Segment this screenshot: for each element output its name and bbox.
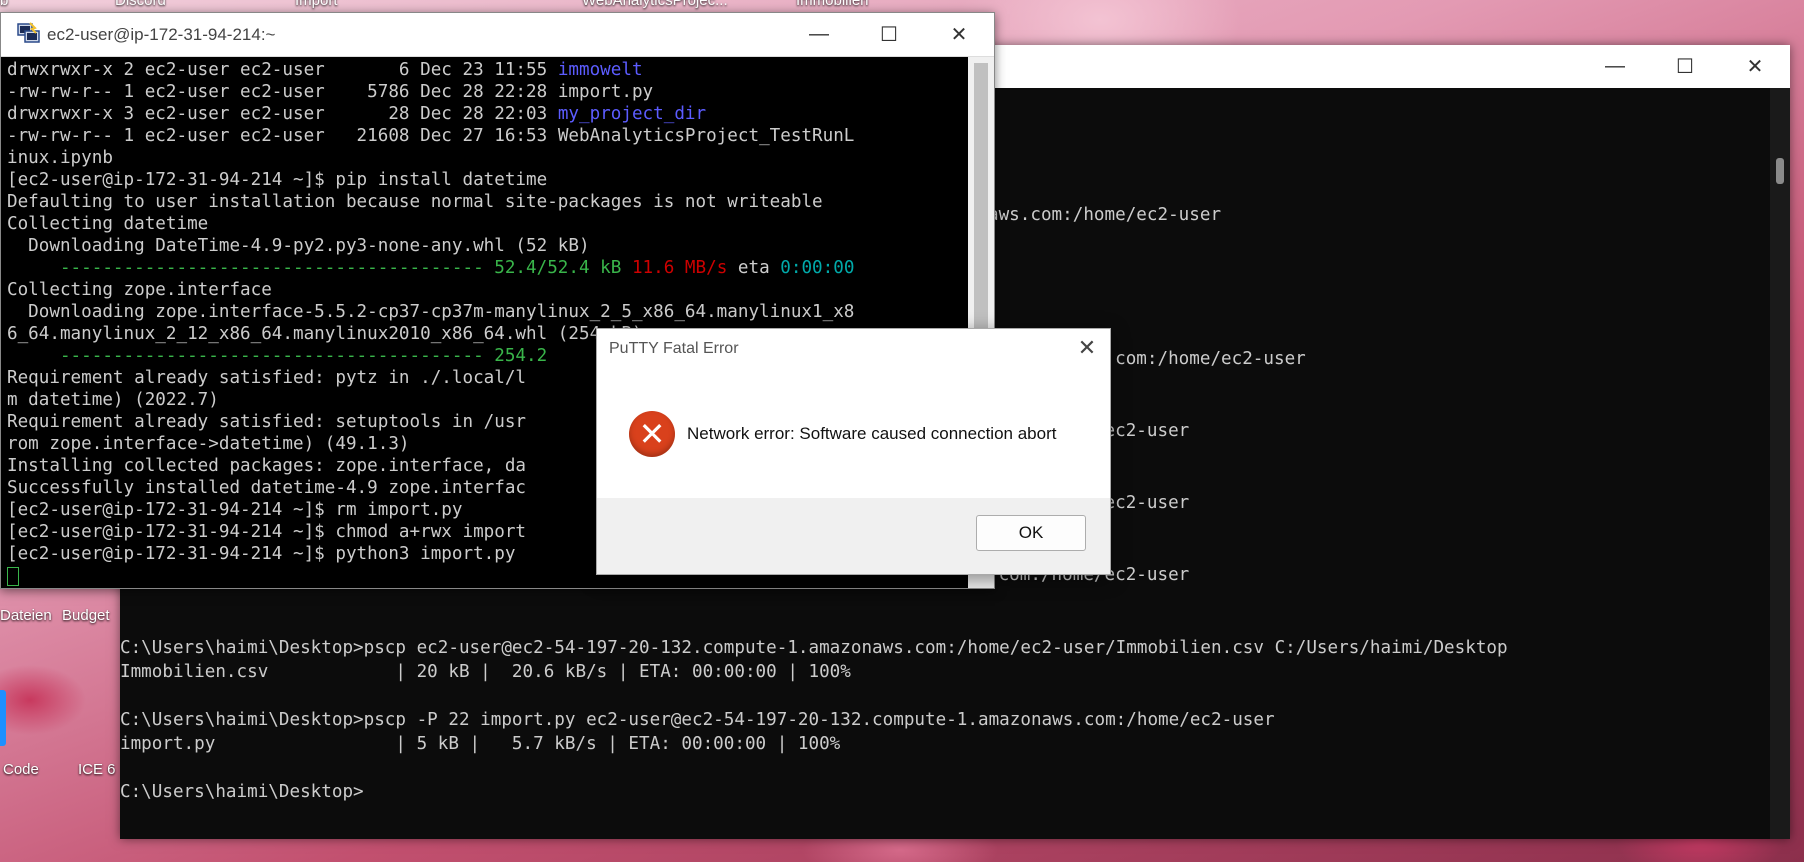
minimize-button[interactable]: — — [784, 13, 854, 56]
console-prompt: C:\Users\haimi\Desktop> — [120, 782, 364, 802]
putty-app-icon — [17, 22, 40, 43]
console-line: C:\Users\haimi\Desktop>pscp -P 22 import… — [120, 710, 1275, 730]
ok-button[interactable]: OK — [976, 515, 1086, 551]
progress-size: 52.4/52.4 kB — [494, 258, 622, 278]
error-message: Network error: Software caused connectio… — [687, 424, 1057, 443]
terminal-line: -rw-rw-r-- 1 ec2-user ec2-user 21608 Dec… — [7, 126, 855, 146]
desktop-icon-discord[interactable]: Discord — [115, 0, 166, 9]
console-line: C:\Users\haimi\Desktop>pscp ec2-user@ec2… — [120, 638, 1508, 658]
putty-titlebar[interactable]: ec2-user@ip-172-31-94-214:~ — ☐ ✕ — [1, 13, 994, 57]
terminal-line: rom zope.interface->datetime) (49.1.3) — [7, 434, 410, 454]
terminal-line: [ec2-user@ip-172-31-94-214 ~]$ chmod a+r… — [7, 522, 527, 542]
terminal-line: [ec2-user@ip-172-31-94-214 ~]$ pip insta… — [7, 170, 548, 190]
terminal-line: Collecting zope.interface — [7, 280, 272, 300]
terminal-line: Requirement already satisfied: setuptool… — [7, 412, 527, 432]
progress-line: ----------------------------------------… — [7, 258, 855, 278]
terminal-line: [ec2-user@ip-172-31-94-214 ~]$ python3 i… — [7, 544, 516, 564]
terminal-line: m datetime) (2022.7) — [7, 390, 219, 410]
terminal-line: [ec2-user@ip-172-31-94-214 ~]$ rm import… — [7, 500, 463, 520]
terminal-line: Defaulting to user installation because … — [7, 192, 823, 212]
desktop-icon-label[interactable]: b — [0, 0, 8, 9]
putty-title: ec2-user@ip-172-31-94-214:~ — [47, 25, 276, 44]
dialog-footer: OK — [597, 498, 1110, 574]
terminal-line: Successfully installed datetime-4.9 zope… — [7, 478, 527, 498]
desktop-icon-import[interactable]: Import — [295, 0, 338, 9]
desktop-icon-code[interactable]: Code — [3, 761, 39, 778]
terminal-line: Downloading zope.interface-5.5.2-cp37-cp… — [7, 302, 855, 322]
scrollbar-thumb[interactable] — [1776, 158, 1784, 184]
maximize-button[interactable]: ☐ — [854, 13, 924, 56]
fatal-error-dialog[interactable]: PuTTY Fatal Error ✕ ✕ Network error: Sof… — [596, 328, 1111, 575]
minimize-button[interactable]: — — [1580, 45, 1650, 88]
file-name: import.py — [557, 82, 654, 102]
cmd-scrollbar[interactable] — [1770, 88, 1790, 839]
desktop-app-icon-partial[interactable] — [0, 690, 6, 746]
terminal-line: inux.ipynb — [7, 148, 113, 168]
terminal-line: drwxrwxr-x 3 ec2-user ec2-user 28 Dec 28… — [7, 104, 707, 124]
close-button[interactable]: ✕ — [1720, 45, 1790, 88]
progress-eta: 0:00:00 — [780, 258, 855, 278]
progress-size: 254.2 — [494, 346, 548, 366]
error-icon: ✕ — [629, 411, 675, 457]
dialog-close-button[interactable]: ✕ — [1070, 333, 1104, 363]
terminal-cursor — [7, 565, 19, 587]
desktop-icon-ice[interactable]: ICE 6 — [78, 761, 116, 778]
terminal-line: Collecting datetime — [7, 214, 209, 234]
terminal-line: drwxrwxr-x 2 ec2-user ec2-user 6 Dec 23 … — [7, 60, 643, 80]
dir-name: my_project_dir — [557, 104, 707, 124]
desktop-icon-webanalytics[interactable]: WebAnalyticsProjec... — [582, 0, 728, 9]
terminal-line: 6_64.manylinux_2_12_x86_64.manylinux2010… — [7, 324, 643, 344]
desktop-icon-budget[interactable]: Budget — [62, 607, 110, 624]
terminal-line: Requirement already satisfied: pytz in .… — [7, 368, 527, 388]
progress-line: ----------------------------------------… — [7, 346, 548, 366]
terminal-line: Installing collected packages: zope.inte… — [7, 456, 527, 476]
console-line: Immobilien.csv | 20 kB | 20.6 kB/s | ETA… — [120, 662, 851, 682]
dialog-title: PuTTY Fatal Error — [609, 340, 739, 357]
maximize-button[interactable]: ☐ — [1650, 45, 1720, 88]
file-name: WebAnalyticsProject_TestRunL — [557, 126, 855, 146]
dir-name: immowelt — [557, 60, 643, 80]
desktop-icon-dateien[interactable]: Dateien — [0, 607, 52, 624]
progress-speed: 11.6 MB/s — [631, 258, 728, 278]
terminal-line: -rw-rw-r-- 1 ec2-user ec2-user 5786 Dec … — [7, 82, 654, 102]
desktop-icon-immobilien[interactable]: Immobilien — [796, 0, 869, 9]
close-button[interactable]: ✕ — [924, 13, 994, 56]
console-line: import.py | 5 kB | 5.7 kB/s | ETA: 00:00… — [120, 734, 841, 754]
console-line: aws.com:/home/ec2-user — [988, 205, 1222, 225]
terminal-line: Downloading DateTime-4.9-py2.py3-none-an… — [7, 236, 590, 256]
